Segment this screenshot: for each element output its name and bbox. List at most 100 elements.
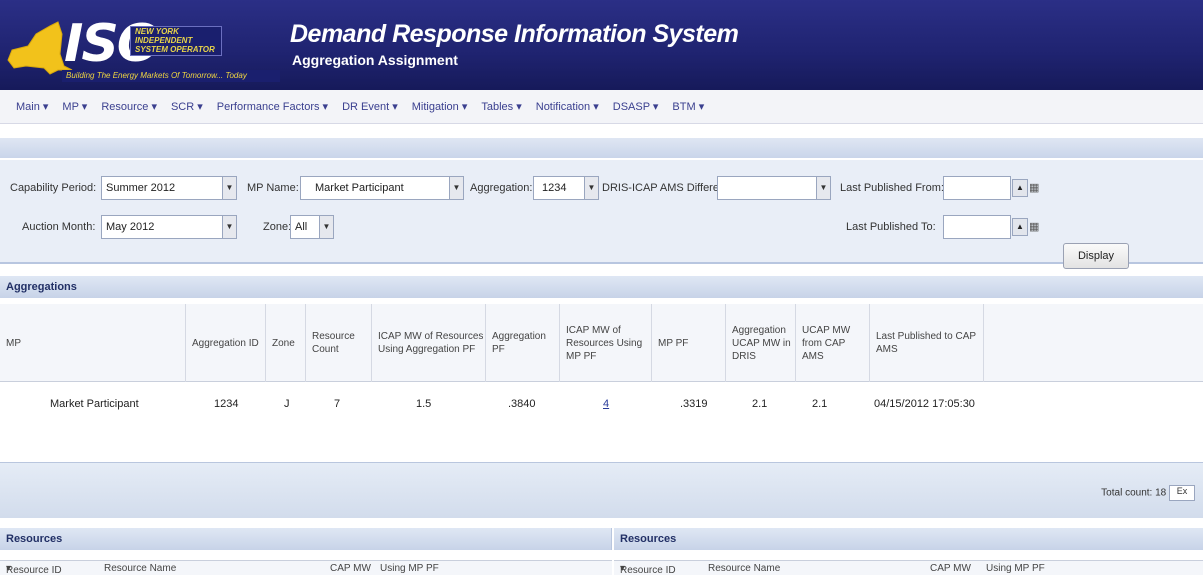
menu-dsasp[interactable]: DSASP ▾ bbox=[613, 100, 659, 113]
menu-notification-label: Notification bbox=[535, 101, 591, 113]
column-header-resource-id[interactable]: Resource ID ▾ bbox=[6, 563, 62, 575]
capability-period-select[interactable]: Summer 2012 ▼ bbox=[101, 176, 237, 200]
table-footer: Total count: 18 Ex bbox=[0, 462, 1203, 518]
column-header-aggregation-id[interactable]: Aggregation ID bbox=[186, 304, 266, 382]
system-title: Demand Response Information System bbox=[290, 20, 739, 48]
column-header-using-mp-pf[interactable]: Using MP PF bbox=[986, 563, 1045, 574]
menu-btm-label: BTM bbox=[672, 101, 696, 113]
last-published-to-label: Last Published To: bbox=[846, 221, 936, 233]
menu-tables-label: Tables bbox=[481, 101, 514, 113]
menu-main-label: Main bbox=[16, 101, 40, 113]
dris-icap-difference-select[interactable]: ▼ bbox=[717, 176, 831, 200]
menu-dr-event-label: DR Event bbox=[342, 101, 390, 113]
last-published-from-label: Last Published From: bbox=[840, 182, 944, 194]
aggregation-label: Aggregation: bbox=[470, 182, 533, 194]
menu-notification[interactable]: Notification ▾ bbox=[536, 100, 599, 113]
menu-resource[interactable]: Resource ▾ bbox=[101, 100, 157, 113]
column-header-ucap-cap-ams[interactable]: UCAP MW from CAP AMS bbox=[796, 304, 870, 382]
cell-mp-pf: .3319 bbox=[680, 398, 708, 410]
cell-mp: Market Participant bbox=[50, 398, 139, 410]
chevron-down-icon: ▼ bbox=[584, 177, 598, 199]
cell-icap-mw-mp-pf-link[interactable]: 4 bbox=[603, 398, 609, 410]
menu-scr-label: SCR bbox=[170, 101, 195, 113]
zone-value: All bbox=[295, 221, 308, 233]
export-excel-button[interactable]: Ex bbox=[1169, 485, 1195, 501]
total-count-text: Total count: 18 bbox=[1101, 487, 1167, 499]
mp-name-label: MP Name: bbox=[247, 182, 299, 194]
column-header-mp-pf[interactable]: MP PF bbox=[652, 304, 726, 382]
menu-resource-label: Resource bbox=[101, 101, 149, 113]
logo-org-line-1: NEW YORK bbox=[135, 27, 179, 36]
chevron-down-icon: ▼ bbox=[449, 177, 463, 199]
cell-resource-count: 7 bbox=[334, 398, 341, 410]
column-header-aggregation-ucap-dris[interactable]: Aggregation UCAP MW in DRIS bbox=[726, 304, 796, 382]
capability-period-value: Summer 2012 bbox=[106, 182, 176, 194]
zone-label: Zone: bbox=[263, 221, 292, 233]
column-header-resource-name[interactable]: Resource Name bbox=[104, 563, 176, 574]
resources-right-table-header: Resource ID ▾ Resource Name CAP MW Using… bbox=[614, 560, 1203, 575]
logo-org-name: NEW YORK INDEPENDENT SYSTEM OPERATOR bbox=[130, 26, 222, 56]
resources-left-header: Resources bbox=[0, 528, 612, 550]
menu-mitigation-label: Mitigation bbox=[411, 101, 459, 113]
cell-aggregation-id: 1234 bbox=[214, 398, 239, 410]
last-published-to-input[interactable] bbox=[943, 215, 1011, 239]
last-published-from-input[interactable] bbox=[943, 176, 1011, 200]
column-header-resource-count[interactable]: Resource Count bbox=[306, 304, 372, 382]
column-header-resource-id[interactable]: Resource ID ▾ bbox=[620, 563, 676, 575]
toolbar-band bbox=[0, 138, 1203, 158]
display-button[interactable]: Display bbox=[1063, 243, 1129, 269]
nyiso-logo[interactable]: ISO NEW YORK INDEPENDENT SYSTEM OPERATOR… bbox=[6, 12, 280, 82]
menu-dsasp-label: DSASP bbox=[612, 101, 650, 113]
menu-tables[interactable]: Tables ▾ bbox=[481, 100, 521, 113]
column-header-resource-id-label: Resource ID bbox=[620, 565, 676, 575]
column-header-zone[interactable]: Zone bbox=[266, 304, 306, 382]
date-spinner-button[interactable]: ▲ bbox=[1012, 179, 1028, 197]
column-header-aggregation-pf[interactable]: Aggregation PF bbox=[486, 304, 560, 382]
logo-org-line-2: INDEPENDENT bbox=[135, 36, 193, 45]
mp-name-select[interactable]: Market Participant ▼ bbox=[300, 176, 464, 200]
resources-right-header: Resources bbox=[614, 528, 1203, 550]
cell-last-published: 04/15/2012 17:05:30 bbox=[874, 398, 975, 410]
column-header-resource-name[interactable]: Resource Name bbox=[708, 563, 780, 574]
column-header-last-published[interactable]: Last Published to CAP AMS bbox=[870, 304, 984, 382]
auction-month-value: May 2012 bbox=[106, 221, 155, 233]
aggregation-select[interactable]: 1234 ▼ bbox=[533, 176, 599, 200]
chevron-down-icon: ▼ bbox=[816, 177, 830, 199]
date-spinner-button[interactable]: ▲ bbox=[1012, 218, 1028, 236]
mp-name-value: Market Participant bbox=[315, 182, 404, 194]
main-menu-bar: Main ▾ MP ▾ Resource ▾ SCR ▾ Performance… bbox=[0, 90, 1203, 124]
total-count: Total count: 18 Ex bbox=[1101, 485, 1195, 501]
menu-performance-factors-label: Performance Factors bbox=[216, 101, 320, 113]
cell-zone: J bbox=[284, 398, 290, 410]
menu-main[interactable]: Main ▾ bbox=[16, 100, 48, 113]
calendar-icon[interactable]: ▦ bbox=[1029, 179, 1047, 197]
column-header-icap-mw-aggregation-pf[interactable]: ICAP MW of Resources Using Aggregation P… bbox=[372, 304, 486, 382]
column-header-cap-mw[interactable]: CAP MW bbox=[930, 563, 971, 574]
auction-month-label: Auction Month: bbox=[22, 221, 96, 233]
export-icon: Ex bbox=[1176, 486, 1188, 496]
menu-performance-factors[interactable]: Performance Factors ▾ bbox=[217, 100, 328, 113]
aggregation-value: 1234 bbox=[542, 182, 567, 194]
column-header-mp[interactable]: MP bbox=[0, 304, 186, 382]
column-header-using-mp-pf[interactable]: Using MP PF bbox=[380, 563, 439, 574]
calendar-icon[interactable]: ▦ bbox=[1029, 218, 1047, 236]
cell-aggregation-ucap-dris: 2.1 bbox=[752, 398, 768, 410]
menu-scr[interactable]: SCR ▾ bbox=[171, 100, 203, 113]
menu-btm[interactable]: BTM ▾ bbox=[672, 100, 704, 113]
column-header-cap-mw[interactable]: CAP MW bbox=[330, 563, 371, 574]
page-title: Aggregation Assignment bbox=[292, 52, 458, 68]
menu-mp[interactable]: MP ▾ bbox=[62, 100, 87, 113]
cell-ucap-cap-ams: 2.1 bbox=[812, 398, 828, 410]
menu-dr-event[interactable]: DR Event ▾ bbox=[342, 100, 398, 113]
capability-period-label: Capability Period: bbox=[10, 182, 97, 194]
resources-left-table-header: Resource ID ▾ Resource Name CAP MW Using… bbox=[0, 560, 612, 575]
auction-month-select[interactable]: May 2012 ▼ bbox=[101, 215, 237, 239]
cell-icap-mw-aggregation-pf: 1.5 bbox=[416, 398, 432, 410]
column-header-resource-id-label: Resource ID bbox=[6, 565, 62, 575]
logo-tagline: Building The Energy Markets Of Tomorrow.… bbox=[62, 70, 280, 82]
menu-mp-label: MP bbox=[62, 101, 79, 113]
zone-select[interactable]: All ▼ bbox=[290, 215, 334, 239]
menu-mitigation[interactable]: Mitigation ▾ bbox=[412, 100, 468, 113]
aggregations-section-header: Aggregations bbox=[0, 276, 1203, 298]
column-header-icap-mw-mp-pf[interactable]: ICAP MW of Resources Using MP PF bbox=[560, 304, 652, 382]
